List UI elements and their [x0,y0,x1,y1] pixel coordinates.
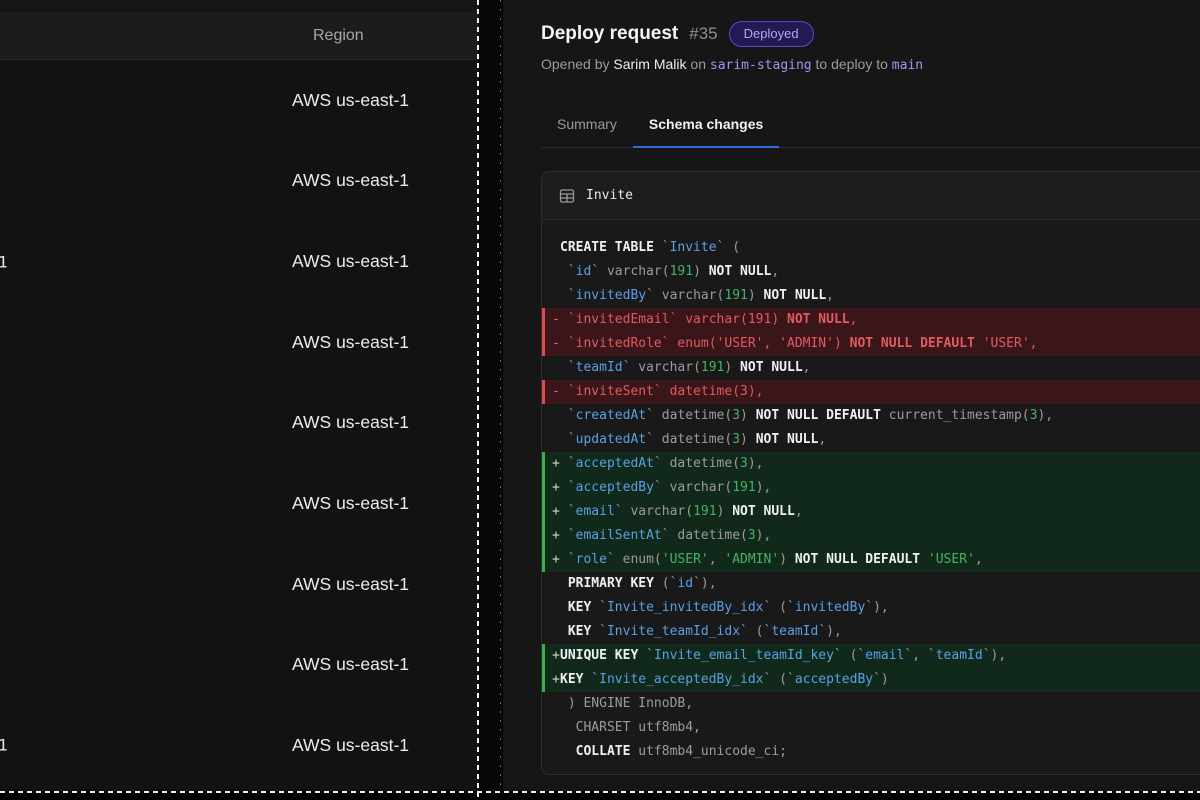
table-row[interactable]: AWS us-east-1 [0,544,478,625]
diff-plus-marker: + [552,548,560,572]
tab-summary[interactable]: Summary [541,104,633,148]
deploy-request-pane: Deploy request #35 Deployed Opened by Sa… [503,0,1200,791]
diff-line-removed: - `inviteSent` datetime(3), [542,380,1200,404]
crop-dashed-line-vertical [477,0,479,800]
tab-schema-changes[interactable]: Schema changes [633,104,779,148]
table-grid-icon [559,188,575,204]
to-deploy-to-text: to deploy to [816,56,888,72]
diff-line-added: + `emailSentAt` datetime(3), [542,524,1200,548]
table-row[interactable]: 1 AWS us-east-1 [0,221,478,302]
code-line: CHARSET utf8mb4, [542,716,1200,740]
deploy-request-header: Deploy request #35 Deployed Opened by Sa… [541,0,1200,76]
diff-plus-marker: + [552,500,560,524]
code-line: `teamId` varchar(191) NOT NULL, [542,356,1200,380]
table-row[interactable]: AWS us-east-1 [0,624,478,705]
tab-bar: Summary Schema changes [541,104,1200,148]
diff-line-added: +KEY `Invite_acceptedBy_idx` (`acceptedB… [542,668,1200,692]
diff-plus-marker: + [552,476,560,500]
bottom-black-band [0,793,1200,800]
region-cell: AWS us-east-1 [292,574,409,595]
diff-line-added: + `acceptedAt` datetime(3), [542,452,1200,476]
region-cell: AWS us-east-1 [292,654,409,675]
schema-diff-code: CREATE TABLE `Invite` ( `id` varchar(191… [542,220,1200,774]
page-title: Deploy request [541,23,678,45]
diff-plus-marker: + [552,452,560,476]
table-row[interactable]: AWS us-east-1 [0,302,478,383]
opened-by-text: Opened by [541,56,610,72]
on-text: on [690,56,706,72]
region-cell: AWS us-east-1 [292,90,409,111]
table-row[interactable]: AWS us-east-1 [0,383,478,464]
deploy-request-subtitle: Opened by Sarim Malik on sarim-staging t… [541,56,1200,76]
diff-plus-marker: + [552,644,560,668]
diff-minus-marker: - [552,380,560,404]
table-row[interactable]: AWS us-east-1 [0,60,478,141]
table-row[interactable]: 1 AWS us-east-1 [0,705,478,786]
region-table-body: AWS us-east-1 AWS us-east-1 1 AWS us-east-1… [0,60,478,786]
diff-line-added: + `email` varchar(191) NOT NULL, [542,500,1200,524]
region-table: Region AWS us-east-1AWS us-east-11AWS us… [0,0,478,791]
region-cell: AWS us-east-1 [292,493,409,514]
region-cell: AWS us-east-1 [292,170,409,191]
divider-dotted-line [500,0,501,791]
schema-table-header: Invite [542,172,1200,220]
table-top-strip [0,0,478,13]
diff-minus-marker: - [552,332,560,356]
diff-line-added: + `acceptedBy` varchar(191), [542,476,1200,500]
deploy-request-number: #35 [689,24,717,44]
region-cell: AWS us-east-1 [292,332,409,353]
diff-line-added: + `role` enum('USER', 'ADMIN') NOT NULL … [542,548,1200,572]
diff-line-added: +UNIQUE KEY `Invite_email_teamId_key` (`… [542,644,1200,668]
crop-dashed-line-bottom [0,791,1200,793]
code-line: KEY `Invite_invitedBy_idx` (`invitedBy`)… [542,596,1200,620]
status-badge: Deployed [729,21,814,47]
diff-line-removed: - `invitedRole` enum('USER', 'ADMIN') NO… [542,332,1200,356]
target-branch-link[interactable]: main [892,58,923,73]
schema-table-name: Invite [586,188,633,203]
schema-diff-card: Invite CREATE TABLE `Invite` ( `id` varc… [541,171,1200,775]
code-line: ) ENGINE InnoDB, [542,692,1200,716]
region-cell: AWS us-east-1 [292,412,409,433]
code-line: CREATE TABLE `Invite` ( [542,236,1200,260]
code-line: KEY `Invite_teamId_idx` (`teamId`), [542,620,1200,644]
code-line: PRIMARY KEY (`id`), [542,572,1200,596]
code-line: `updatedAt` datetime(3) NOT NULL, [542,428,1200,452]
author-name: Sarim Malik [613,56,686,72]
app-root: Region AWS us-east-1AWS us-east-11AWS us… [0,0,1200,800]
region-column-header: Region [313,27,364,45]
diff-minus-marker: - [552,308,560,332]
clipped-branch-text: 1 [0,252,8,271]
region-column-header-row: Region [0,13,478,60]
diff-plus-marker: + [552,668,560,692]
clipped-branch-text: 1 [0,736,8,755]
code-line: `invitedBy` varchar(191) NOT NULL, [542,284,1200,308]
source-branch-link[interactable]: sarim-staging [710,58,812,73]
diff-plus-marker: + [552,524,560,548]
region-cell: AWS us-east-1 [292,735,409,756]
code-line: `createdAt` datetime(3) NOT NULL DEFAULT… [542,404,1200,428]
region-cell: AWS us-east-1 [292,251,409,272]
code-line: `id` varchar(191) NOT NULL, [542,260,1200,284]
table-row[interactable]: AWS us-east-1 [0,463,478,544]
code-line: COLLATE utf8mb4_unicode_ci; [542,740,1200,764]
diff-line-removed: - `invitedEmail` varchar(191) NOT NULL, [542,308,1200,332]
table-row[interactable]: AWS us-east-1 [0,141,478,222]
